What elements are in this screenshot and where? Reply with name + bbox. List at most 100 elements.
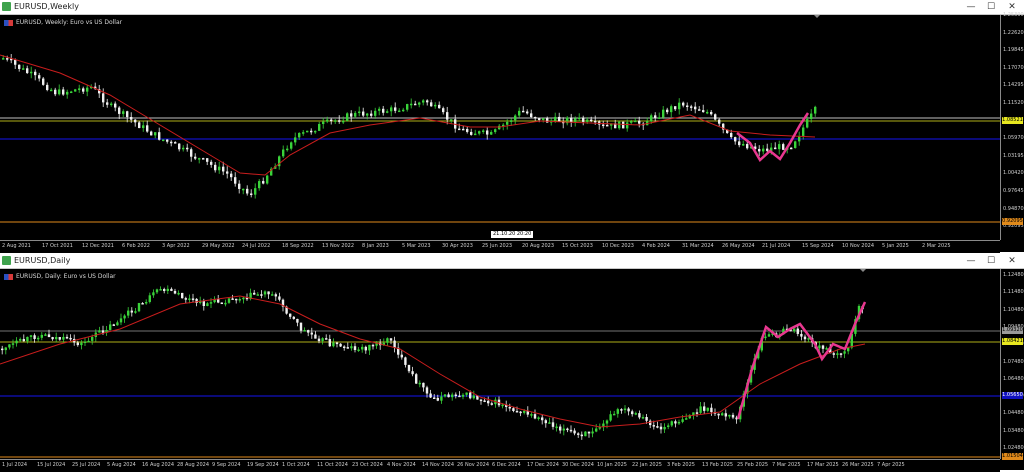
candle-body — [406, 104, 409, 110]
candle-body — [793, 328, 796, 332]
candle-body — [14, 59, 17, 65]
time-tick-label: 25 Jun 2023 — [482, 243, 513, 249]
time-tick-label: 22 Jan 2025 — [632, 462, 662, 468]
shift-marker-icon — [814, 15, 820, 18]
candle-body — [289, 313, 292, 317]
orange-price-tag: 0.92095 — [1002, 218, 1023, 225]
candle-body — [479, 399, 483, 402]
candle-body — [758, 148, 761, 152]
candle-body — [86, 87, 89, 92]
candle-body — [145, 301, 148, 304]
candle-body — [461, 394, 465, 397]
candle-body — [410, 103, 413, 106]
candle-body — [438, 104, 441, 109]
candle-body — [118, 107, 121, 114]
weekly-titlebar[interactable]: EURUSD,Weekly — ☐ ✕ — [0, 0, 1024, 15]
time-tick-label: 30 Apr 2023 — [442, 243, 473, 249]
candle-body — [170, 141, 173, 144]
candle-body — [699, 406, 702, 413]
weekly-time-axis[interactable]: 2 Aug 2021 17 Oct 2021 12 Dec 2021 6 Feb 20… — [0, 240, 1000, 253]
candle-body — [414, 103, 417, 106]
time-tick-label: 15 Oct 2023 — [562, 243, 593, 249]
candle-body — [638, 120, 641, 124]
time-tick-label: 24 Jul 2022 — [242, 243, 271, 249]
daily-plot-area[interactable]: EURUSD, Daily: Euro vs US Dollar — [0, 269, 1000, 459]
time-tick-label: 2 Aug 2021 — [2, 243, 31, 249]
candle-body — [238, 183, 241, 189]
candle-body — [654, 115, 657, 118]
candle-body — [318, 124, 321, 131]
time-tick-label: 15 Jul 2024 — [37, 462, 66, 468]
candle-body — [443, 394, 447, 397]
candle-body — [38, 75, 41, 79]
candle-body — [91, 337, 94, 341]
daily-price-axis[interactable]: 1.124801.114801.104801.094801.084801.074… — [1000, 269, 1024, 460]
minimize-icon[interactable]: — — [962, 255, 980, 267]
candle-body — [542, 118, 545, 121]
weekly-price-axis[interactable]: 1.25390 1.22620 1.19845 1.17070 1.14295 1.115… — [1000, 12, 1024, 240]
candle-body — [466, 128, 469, 132]
candle-body — [746, 144, 749, 149]
candle-body — [238, 299, 241, 301]
candle-body — [402, 109, 405, 112]
candle-body — [15, 340, 18, 344]
candle-body — [19, 339, 22, 341]
candle-body — [112, 324, 115, 326]
minimize-icon[interactable]: — — [962, 1, 980, 13]
candle-body — [70, 91, 73, 94]
daily-time-axis[interactable]: 1 Jul 2024 15 Jul 2024 25 Jul 2024 5 Aug 20… — [0, 459, 1000, 472]
candle-body — [263, 291, 267, 295]
candle-body — [821, 345, 825, 349]
time-tick-label: 17 Oct 2021 — [42, 243, 73, 249]
weekly-plot-area[interactable]: EURUSD, Weekly: Euro vs US Dollar — [0, 15, 1000, 240]
candle-body — [730, 133, 733, 138]
candle-body — [734, 137, 737, 142]
time-tick-label: 25 Feb 2025 — [737, 462, 769, 468]
candle-body — [714, 114, 717, 120]
daily-titlebar[interactable]: EURUSD,Daily — ☐ ✕ — [0, 254, 1024, 269]
candle-body — [580, 434, 583, 437]
candle-body — [314, 130, 317, 133]
candle-body — [256, 294, 259, 296]
candle-body — [482, 130, 485, 132]
candle-body — [703, 406, 706, 411]
candle-body — [346, 347, 349, 349]
candle-body — [429, 393, 432, 398]
candle-body — [109, 324, 112, 330]
candle-body — [494, 129, 497, 133]
time-tick-label: 4 Feb 2024 — [642, 243, 670, 249]
candle-body — [126, 111, 129, 117]
candle-body — [346, 113, 349, 121]
time-tick-label: 25 Jul 2024 — [72, 462, 101, 468]
candle-body — [558, 116, 561, 122]
candle-body — [254, 188, 257, 195]
candle-body — [343, 346, 346, 349]
candle-body — [394, 107, 397, 111]
candle-body — [274, 294, 277, 297]
candle-body — [177, 292, 180, 295]
candle-body — [462, 128, 465, 131]
candle-body — [4, 347, 7, 351]
candle-body — [523, 410, 526, 413]
close-icon[interactable]: ✕ — [1003, 255, 1021, 267]
candle-body — [662, 109, 665, 118]
candle-body — [224, 302, 227, 305]
candle-body — [354, 112, 357, 117]
candle-body — [58, 337, 61, 340]
candle-body — [682, 102, 685, 106]
candle-body — [358, 111, 361, 114]
candle-body — [623, 408, 627, 411]
time-tick-label: 1 Jul 2024 — [2, 462, 28, 468]
candle-body — [694, 106, 697, 110]
maximize-icon[interactable]: ☐ — [982, 255, 1000, 267]
candle-body — [591, 431, 594, 434]
candle-body — [114, 103, 117, 108]
candle-body — [18, 64, 21, 69]
candle-body — [620, 409, 623, 411]
maximize-icon[interactable]: ☐ — [982, 1, 1000, 13]
candle-body — [474, 133, 477, 136]
candle-body — [422, 382, 425, 388]
candle-body — [486, 130, 489, 135]
time-tick-label: 4 Nov 2024 — [387, 462, 416, 468]
candle-body — [166, 288, 169, 292]
